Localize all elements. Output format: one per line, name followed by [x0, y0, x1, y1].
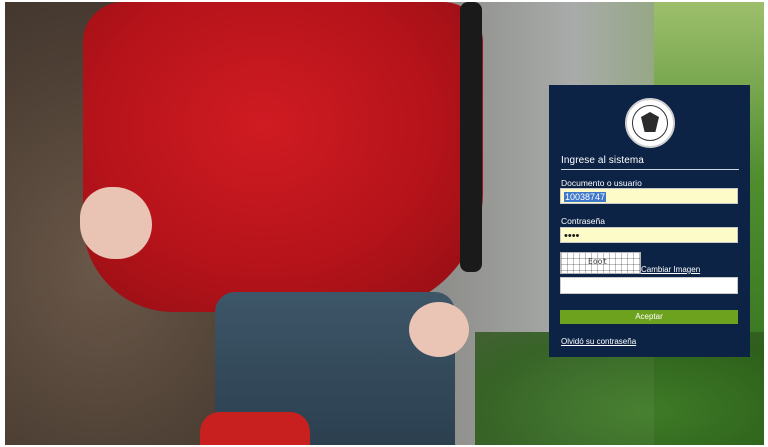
login-panel: Ingrese al sistema Documento o usuario 1… — [549, 85, 750, 357]
forgot-password-link[interactable]: Olvidó su contraseña — [561, 337, 636, 346]
accept-button[interactable]: Aceptar — [560, 310, 738, 324]
child-right-hand — [409, 302, 469, 357]
red-shoe — [200, 412, 310, 445]
university-seal-icon — [625, 98, 675, 148]
captcha-image: Eoot — [560, 252, 641, 274]
password-input[interactable]: •••• — [560, 227, 738, 243]
login-title: Ingrese al sistema — [561, 155, 644, 166]
user-label: Documento o usuario — [561, 178, 642, 188]
sleeve-stripe — [460, 2, 482, 272]
captcha-text: Eoot — [588, 257, 608, 266]
red-jacket — [83, 2, 483, 312]
child-left-hand — [80, 187, 152, 259]
user-input[interactable]: 10038747 — [560, 188, 738, 204]
captcha-input[interactable] — [560, 277, 738, 294]
title-divider — [561, 169, 739, 170]
user-input-value: 10038747 — [564, 192, 607, 202]
password-label: Contraseña — [561, 216, 605, 226]
change-image-link[interactable]: Cambiar Imagen — [641, 265, 700, 274]
